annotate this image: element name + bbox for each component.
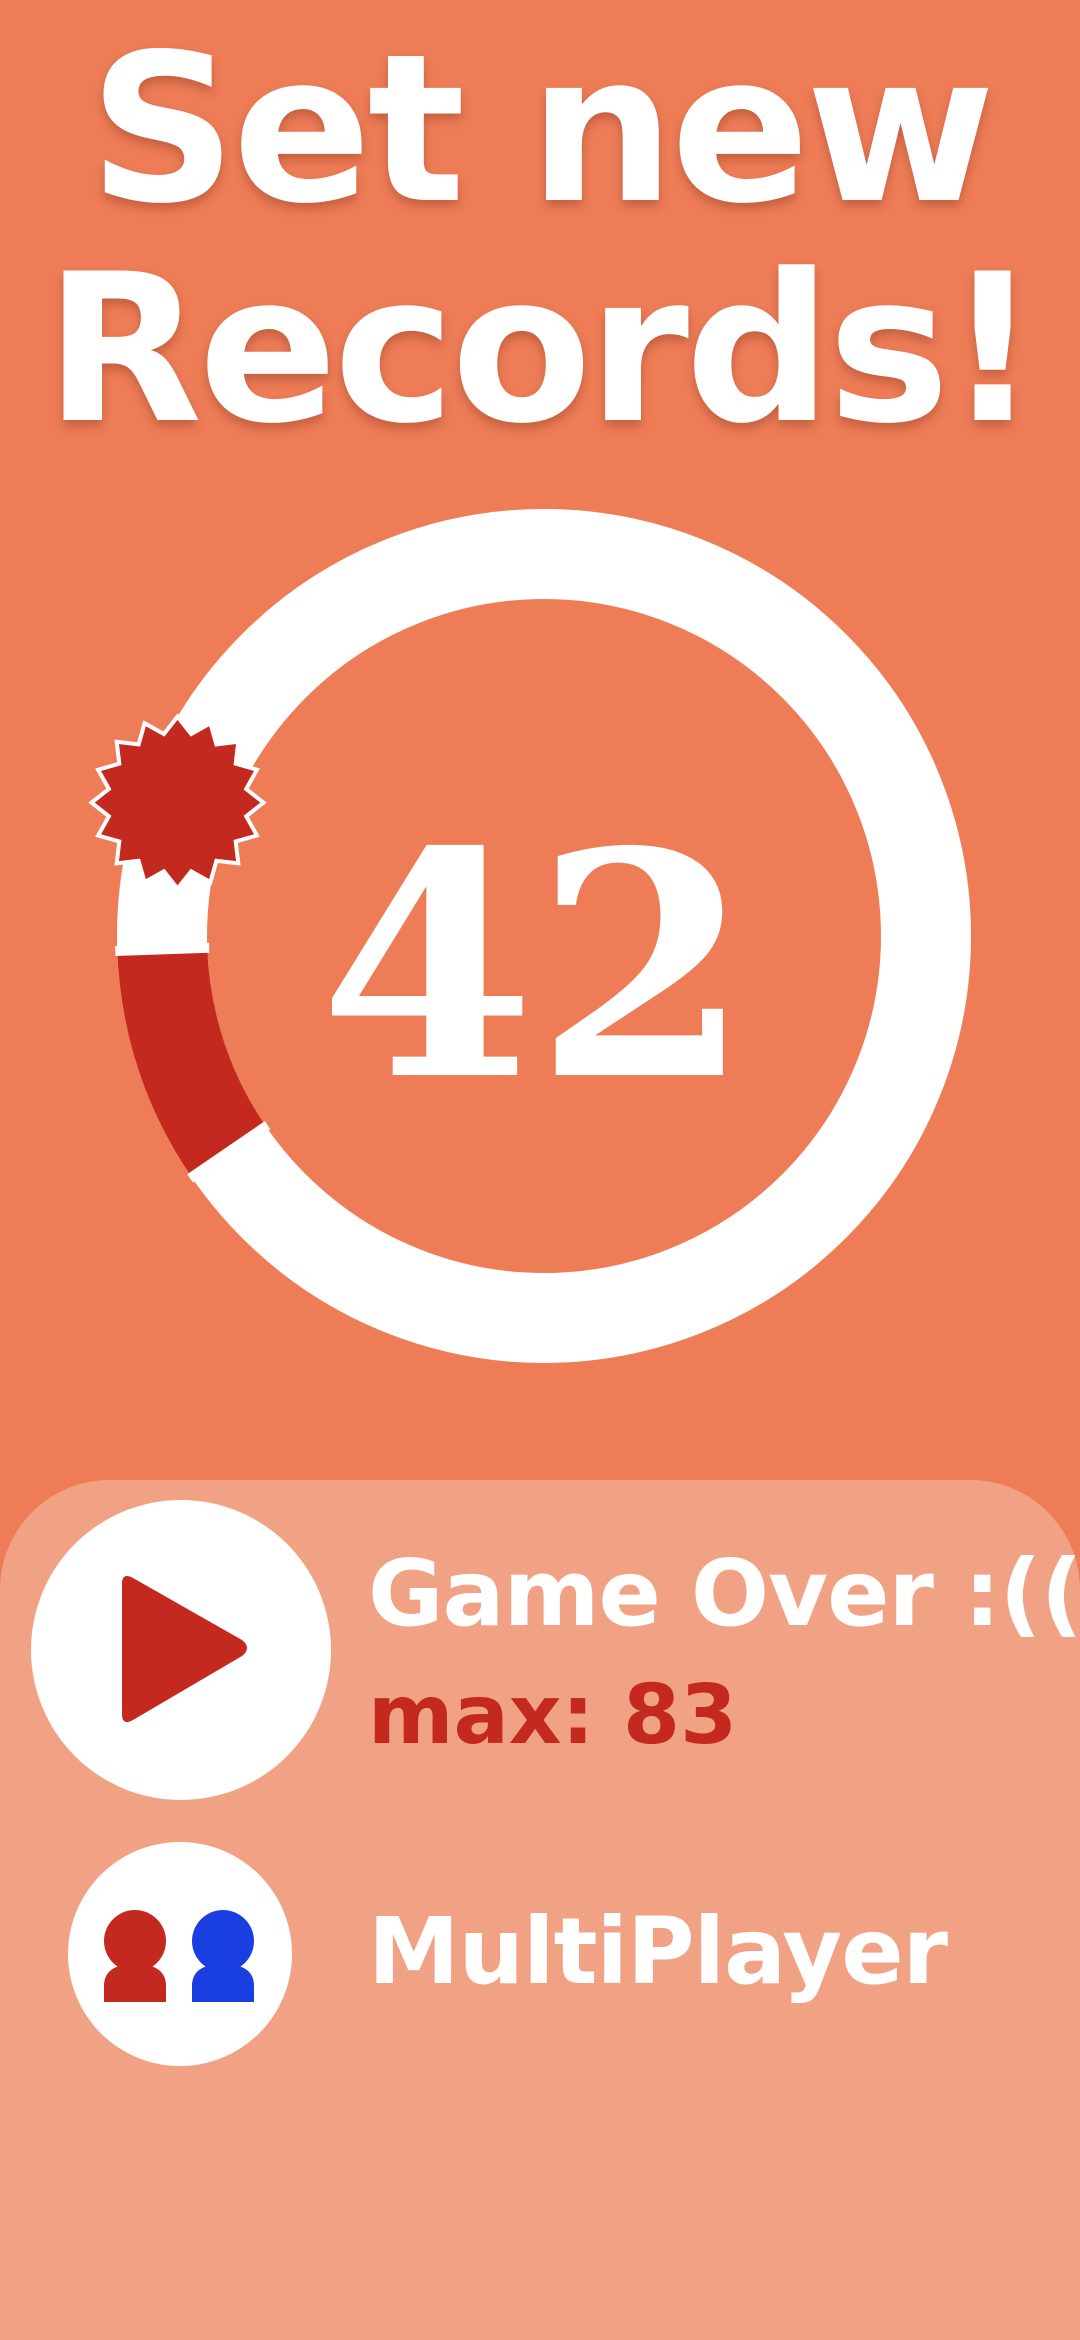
two-players-icon [104,1910,254,2002]
play-icon [122,1576,247,1722]
red-player-icon [104,1910,166,2002]
ring-progress-start-tick [115,942,210,956]
game-ring[interactable]: 42 [0,0,1080,1450]
play-button[interactable] [31,1500,331,1800]
multiplayer-button[interactable] [68,1842,292,2066]
max-score-label: max: 83 [368,1668,738,1763]
blue-player-icon [192,1910,254,2002]
multiplayer-label: MultiPlayer [368,1898,948,2005]
bottom-menu-panel: Game Over :(( max: 83 MultiPlayer [0,1480,1080,2340]
ring-progress-arc [117,947,267,1178]
game-over-label: Game Over :(( [368,1540,1080,1647]
score-counter: 42 [319,785,750,1149]
player-burst-marker[interactable] [88,713,267,892]
